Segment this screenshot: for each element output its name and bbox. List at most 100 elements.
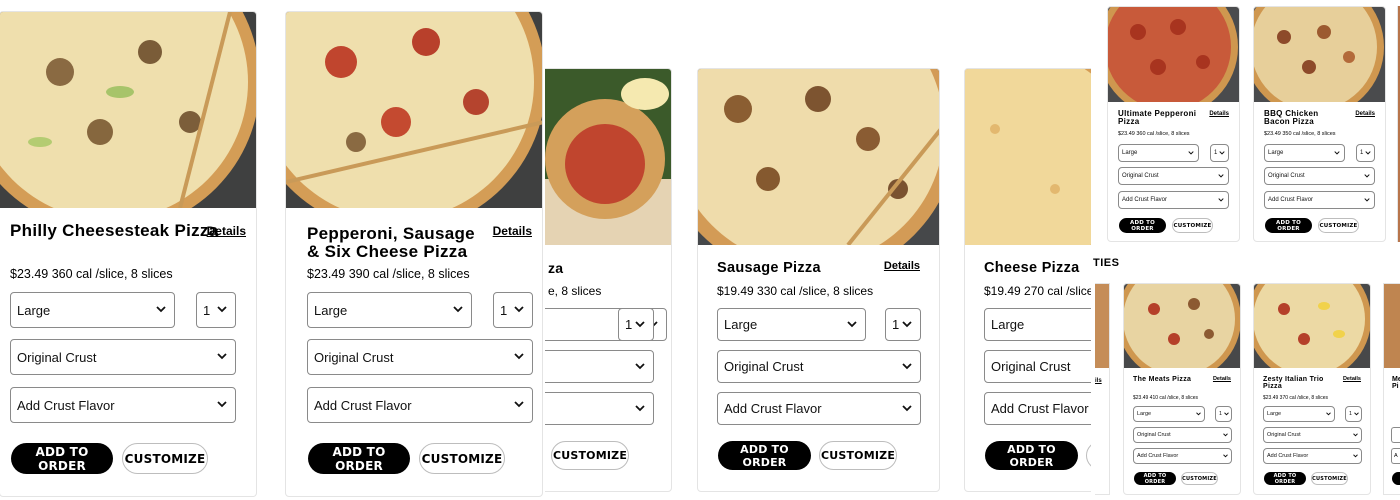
crust-select[interactable] [545, 350, 654, 383]
chevron-down-icon [1364, 198, 1370, 202]
panel-specialty-top: Ultimate Pepperoni Pizza Details $23.49 … [1091, 0, 1400, 250]
chevron-down-icon [514, 401, 524, 408]
product-name: Sausage Pizza [717, 260, 821, 276]
crust-select[interactable]: Original Crust [1264, 167, 1375, 185]
details-link[interactable]: Details [1343, 376, 1361, 382]
crust-flavor-select[interactable]: Add Crust Flavor [1118, 191, 1229, 209]
crust-flavor-select[interactable]: Add Crust Flavor [984, 392, 1091, 425]
size-select[interactable]: Large [307, 292, 472, 328]
quantity-select-value: 1 [500, 302, 508, 318]
crust-flavor-select[interactable]: Add Crust Flavor [10, 387, 236, 423]
add-to-order-button[interactable]: ADD TO ORDER [1265, 218, 1312, 233]
quantity-select[interactable]: 1 [1210, 144, 1229, 162]
crust-flavor-select[interactable]: Add Crust Flavor [1264, 191, 1375, 209]
size-select[interactable]: Large [1264, 144, 1345, 162]
chevron-down-icon [1223, 433, 1228, 437]
crust-select[interactable] [1391, 427, 1400, 443]
crust-flavor-select-value: Add Crust Flavor [17, 397, 115, 413]
section-heading-fragment: TIES [1093, 257, 1120, 269]
product-name: Ultimate Pepperoni Pizza [1118, 109, 1197, 126]
chevron-down-icon [1353, 433, 1358, 437]
crust-select[interactable]: Original Crust [10, 339, 236, 375]
size-select[interactable]: Large [984, 308, 1091, 341]
chevron-down-icon [514, 353, 524, 360]
crust-select-value: Original Crust [1267, 432, 1301, 438]
crust-select[interactable]: Original Crust [1118, 167, 1229, 185]
size-select[interactable]: Large [10, 292, 175, 328]
pizza-photo [1254, 7, 1385, 102]
add-to-order-button[interactable]: ADD TO ORDER [718, 441, 811, 470]
size-select-value: Large [17, 302, 51, 318]
size-select[interactable]: Large [717, 308, 866, 341]
pizza-photo [1124, 284, 1240, 368]
add-to-order-button[interactable]: ADD TO ORDER [1134, 472, 1176, 485]
details-link[interactable]: Details [493, 224, 532, 238]
panel-philly: Philly Cheesesteak Pizza Details $23.49 … [0, 0, 285, 500]
add-to-order-button[interactable]: ADD TO ORDER [308, 443, 410, 474]
size-select[interactable]: Large [1133, 406, 1205, 422]
details-link[interactable]: Details [884, 260, 920, 272]
add-to-order-button[interactable]: ADD TO ORDER [985, 441, 1078, 470]
crust-select[interactable]: Original Crust [717, 350, 921, 383]
customize-button[interactable]: CUSTOMIZE [1172, 218, 1213, 233]
crust-flavor-select[interactable]: Add Crust Flavor [1133, 448, 1232, 464]
pizza-menu-collage: Philly Cheesesteak Pizza Details $23.49 … [0, 0, 1400, 500]
quantity-select[interactable]: 1 [1356, 144, 1375, 162]
crust-select[interactable]: Original Crust [307, 339, 533, 375]
size-select-value: Large [1268, 150, 1284, 156]
add-to-order-button[interactable]: ADD TO ORDER [11, 443, 113, 474]
product-card-the-meats: The Meats Pizza Details $23.49 410 cal /… [1123, 283, 1241, 495]
add-to-order-button[interactable]: ADD TO ORDER [1119, 218, 1166, 233]
details-link[interactable]: Details [1213, 376, 1231, 382]
chevron-down-icon [453, 306, 463, 313]
chevron-down-icon [1353, 454, 1358, 458]
size-select[interactable]: Large [1118, 144, 1199, 162]
crust-select[interactable]: Original Crust [1133, 427, 1232, 443]
chevron-down-icon [1219, 151, 1225, 155]
customize-button[interactable]: CUSTOMIZE [1181, 472, 1218, 485]
quantity-select[interactable]: 1 [1215, 406, 1232, 422]
panel-pepperoni-sausage: Pepperoni, Sausage & Six Cheese Pizza De… [285, 0, 545, 500]
customize-button[interactable]: CUSTOMIZE [419, 443, 505, 474]
product-name: The Meats Pizza [1133, 376, 1192, 383]
crust-select[interactable]: Original Crust [984, 350, 1091, 383]
quantity-select[interactable]: 1 [493, 292, 533, 328]
quantity-select[interactable]: 1 [1345, 406, 1362, 422]
customize-button[interactable]: CUSTOMIZE [1318, 218, 1359, 233]
chevron-down-icon [1218, 174, 1224, 178]
crust-select[interactable]: Original Crust [1263, 427, 1362, 443]
size-select-value: Large [314, 302, 348, 318]
crust-flavor-select[interactable] [545, 392, 654, 425]
customize-button[interactable]: CUSTOMIZE [122, 443, 208, 474]
add-to-order-button[interactable]: ADD TO ORDER [1264, 472, 1306, 485]
quantity-select[interactable]: 1 [885, 308, 921, 341]
crust-flavor-select[interactable]: Add Crust Flavor [717, 392, 921, 425]
customize-button[interactable]: CUSTOMIZE [1311, 472, 1348, 485]
details-link[interactable]: Details [207, 224, 246, 238]
details-link[interactable]: Details [1209, 111, 1229, 117]
crust-flavor-select-value: Add Crust Flavor [1267, 453, 1309, 459]
chevron-down-icon [902, 362, 912, 369]
add-to-order-button[interactable] [1392, 472, 1400, 485]
crust-flavor-select[interactable]: A [1391, 448, 1400, 464]
card-edge: ils [1095, 283, 1110, 495]
product-card-partial: za Details e, 8 slices 1 CUSTOMIZE [545, 68, 672, 492]
quantity-select[interactable]: 1 [618, 308, 654, 341]
product-name: Zesty Italian Trio Pizza [1263, 376, 1324, 390]
size-select[interactable]: Large [1263, 406, 1335, 422]
crust-flavor-select[interactable]: Add Crust Flavor [307, 387, 533, 423]
product-meta: $23.49 360 cal /slice, 8 slices [1118, 131, 1190, 137]
details-link[interactable]: Details [1355, 111, 1375, 117]
product-card-pepperoni-sausage-six-cheese: Pepperoni, Sausage & Six Cheese Pizza De… [285, 11, 543, 497]
customize-button[interactable]: CUSTOMIZE [551, 441, 629, 470]
pizza-photo [0, 12, 256, 208]
card-edge: Me Pi A [1383, 283, 1400, 495]
customize-button[interactable]: CUSTOMIZE [819, 441, 897, 470]
chevron-down-icon [1196, 412, 1201, 416]
crust-flavor-select[interactable]: Add Crust Flavor [1263, 448, 1362, 464]
chevron-down-icon [217, 306, 227, 313]
quantity-select[interactable]: 1 [196, 292, 236, 328]
crust-flavor-select-value: Add Crust Flavor [1122, 197, 1168, 203]
quantity-select-value: 1 [203, 302, 211, 318]
product-name: Philly Cheesesteak Pizza [10, 221, 219, 240]
